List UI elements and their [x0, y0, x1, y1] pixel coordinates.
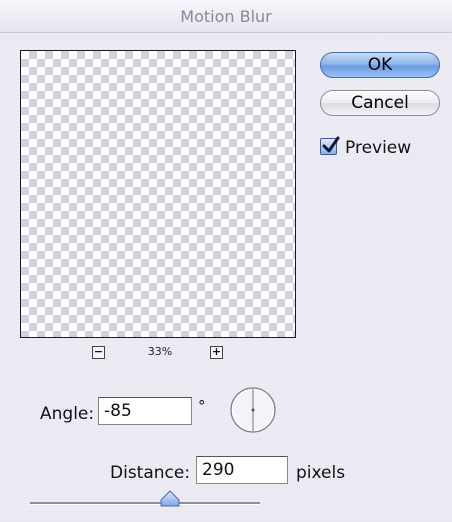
- distance-slider-track[interactable]: [30, 502, 260, 505]
- window-title: Motion Blur: [180, 7, 272, 26]
- zoom-in-icon[interactable]: +: [210, 346, 223, 359]
- preview-pane[interactable]: [20, 50, 296, 338]
- cancel-button[interactable]: Cancel: [320, 90, 440, 116]
- zoom-out-icon[interactable]: −: [92, 346, 105, 359]
- title-bar: Motion Blur: [0, 0, 452, 33]
- angle-label: Angle:: [40, 404, 95, 424]
- degree-symbol: °: [198, 397, 206, 415]
- checkmark-icon: [322, 136, 340, 153]
- preview-label: Preview: [345, 138, 412, 158]
- distance-label: Distance:: [110, 463, 191, 483]
- slider-thumb[interactable]: [159, 490, 181, 508]
- zoom-level: 33%: [147, 345, 173, 358]
- angle-dial[interactable]: [229, 386, 277, 434]
- preview-checkbox[interactable]: [320, 136, 340, 155]
- ok-button[interactable]: OK: [320, 52, 440, 78]
- distance-input[interactable]: 290: [196, 456, 288, 484]
- distance-unit: pixels: [296, 463, 346, 483]
- angle-input[interactable]: -85: [98, 397, 192, 425]
